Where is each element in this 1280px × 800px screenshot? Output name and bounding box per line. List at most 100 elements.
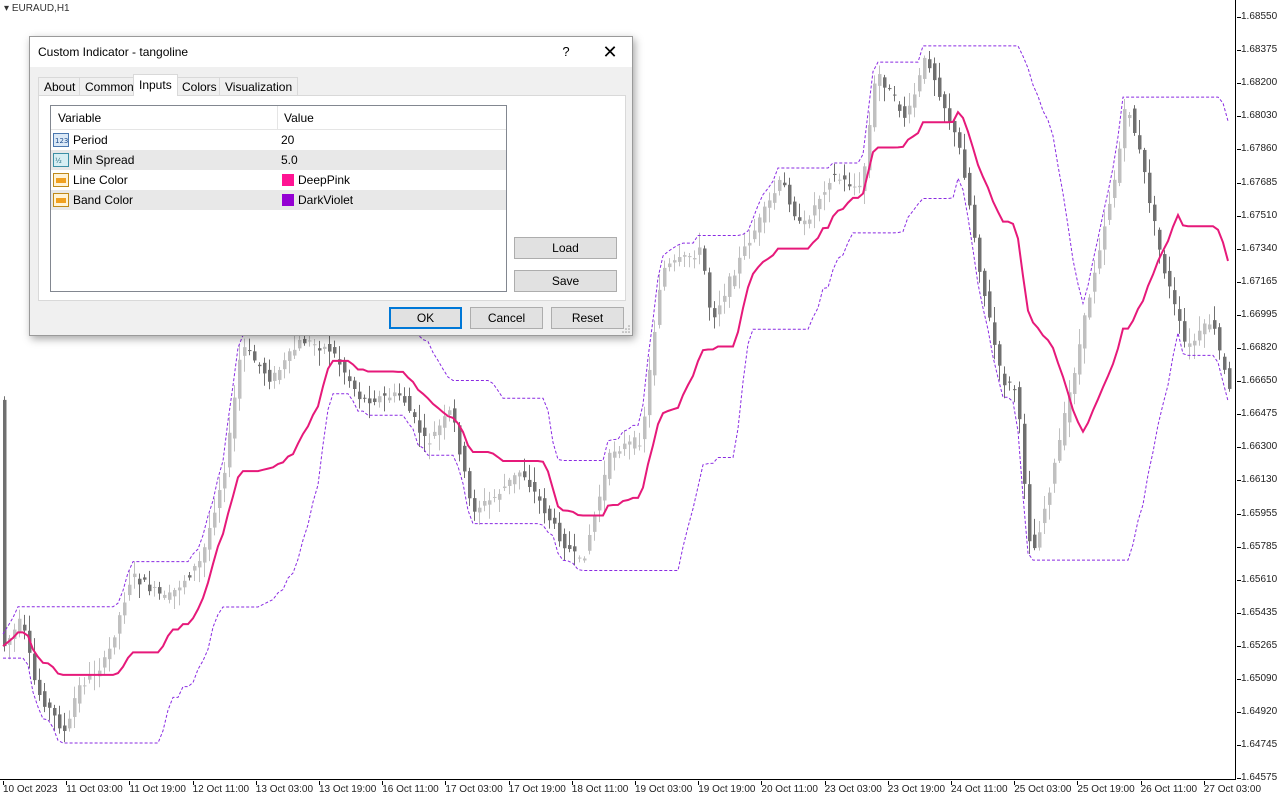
candle-body (858, 185, 862, 188)
reset-button[interactable]: Reset (551, 307, 624, 329)
tab-common[interactable]: Common (79, 77, 140, 95)
candle-body (108, 648, 112, 660)
candle-body (798, 217, 802, 221)
price-label: 1.64575 (1241, 772, 1278, 784)
candle-body (678, 257, 682, 262)
candle-body (58, 714, 62, 729)
price-label: 1.64745 (1241, 739, 1278, 751)
price-label: 1.65610 (1241, 573, 1278, 585)
variable-value[interactable]: 5.0 (281, 153, 298, 167)
time-axis[interactable]: 10 Oct 2023 11 Oct 03:00 11 Oct 19:00 12 Oc… (0, 781, 1261, 800)
column-variable[interactable]: Variable (58, 111, 101, 125)
candle-body (358, 391, 362, 400)
inputs-grid[interactable]: Variable Value 123 Period 20 ½ Min Sprea… (50, 105, 507, 292)
candle-body (418, 420, 422, 433)
time-label: 19 Oct 03:00 (635, 784, 693, 795)
candle-body (623, 443, 627, 450)
candle-body (1053, 462, 1057, 484)
input-row[interactable]: Band Color DarkViolet (51, 190, 506, 210)
candle-body (663, 267, 667, 287)
tab-colors[interactable]: Colors (176, 77, 223, 95)
candle-body (593, 514, 597, 532)
candle-body (223, 472, 227, 489)
input-row[interactable]: 123 Period 20 (51, 130, 506, 150)
candle-body (373, 398, 377, 403)
candle-body (68, 718, 72, 729)
tab-about[interactable]: About (38, 77, 82, 95)
candle-body (1223, 356, 1227, 370)
candle-body (653, 331, 657, 376)
color-icon (53, 173, 69, 187)
variable-value[interactable]: DeepPink (298, 173, 350, 187)
candle-body (853, 186, 857, 188)
candle-body (308, 340, 312, 342)
input-row[interactable]: ½ Min Spread 5.0 (51, 150, 506, 170)
time-label: 23 Oct 19:00 (887, 784, 946, 795)
candle-body (588, 534, 592, 551)
candle-body (988, 291, 992, 318)
candle-body (203, 547, 207, 563)
candle-body (183, 580, 187, 588)
candle-body (598, 496, 602, 511)
candle-body (583, 558, 587, 561)
time-label: 25 Oct 03:00 (1014, 784, 1072, 795)
grid-header: Variable Value (51, 106, 506, 130)
tab-inputs[interactable]: Inputs (133, 74, 178, 96)
candle-body (998, 344, 1002, 366)
candle-body (128, 584, 132, 596)
time-label: 27 Oct 03:00 (1203, 784, 1262, 795)
help-button[interactable]: ? (554, 41, 578, 63)
candle-body (398, 393, 402, 396)
ok-button[interactable]: OK (389, 307, 462, 329)
candle-body (848, 184, 852, 187)
candle-body (1088, 297, 1092, 318)
candle-body (1048, 492, 1052, 505)
candle-body (898, 104, 902, 111)
candle-body (3, 399, 7, 647)
close-icon[interactable]: ✕ (596, 41, 624, 63)
candle-body (948, 108, 952, 123)
candle-body (438, 425, 442, 436)
dialog-titlebar[interactable]: Custom Indicator - tangoline ? ✕ (30, 37, 632, 67)
candle-body (1158, 229, 1162, 250)
candle-body (743, 246, 747, 256)
tab-visualization[interactable]: Visualization (219, 77, 299, 95)
column-divider[interactable] (277, 106, 278, 129)
variable-value[interactable]: 20 (281, 133, 294, 147)
column-value[interactable]: Value (284, 111, 314, 125)
input-row[interactable]: Line Color DeepPink (51, 170, 506, 190)
candle-body (163, 594, 167, 598)
candle-body (723, 295, 727, 302)
candle-body (1118, 148, 1122, 183)
candle-body (288, 351, 292, 361)
candle-body (228, 432, 232, 468)
candle-body (963, 149, 967, 178)
time-label: 17 Oct 19:00 (508, 784, 566, 795)
candle-body (793, 201, 797, 217)
candle-body (613, 451, 617, 458)
price-label: 1.67860 (1241, 143, 1278, 155)
cancel-button[interactable]: Cancel (470, 307, 543, 329)
time-label: 11 Oct 03:00 (66, 784, 123, 795)
candle-body (903, 106, 907, 118)
candle-body (353, 380, 357, 390)
variable-value[interactable]: DarkViolet (298, 193, 353, 207)
candle-body (543, 498, 547, 514)
candle-body (913, 94, 917, 108)
candle-body (278, 370, 282, 380)
candle-body (888, 88, 892, 90)
candle-body (1163, 254, 1167, 274)
candle-body (1008, 381, 1012, 383)
resize-grip-icon[interactable] (622, 325, 630, 333)
price-axis[interactable]: 1.68550 1.68375 1.68200 1.68030 1.67860 1.676… (1237, 0, 1280, 784)
candle-body (573, 546, 577, 552)
dialog-title: Custom Indicator - tangoline (38, 45, 189, 59)
time-label: 12 Oct 11:00 (192, 784, 250, 795)
candle-body (1043, 508, 1047, 524)
candle-body (1188, 343, 1192, 347)
save-button[interactable]: Save (514, 270, 617, 292)
candle-body (378, 396, 382, 403)
load-button[interactable]: Load (514, 237, 617, 259)
candle-body (313, 344, 317, 346)
candle-body (1228, 368, 1232, 389)
